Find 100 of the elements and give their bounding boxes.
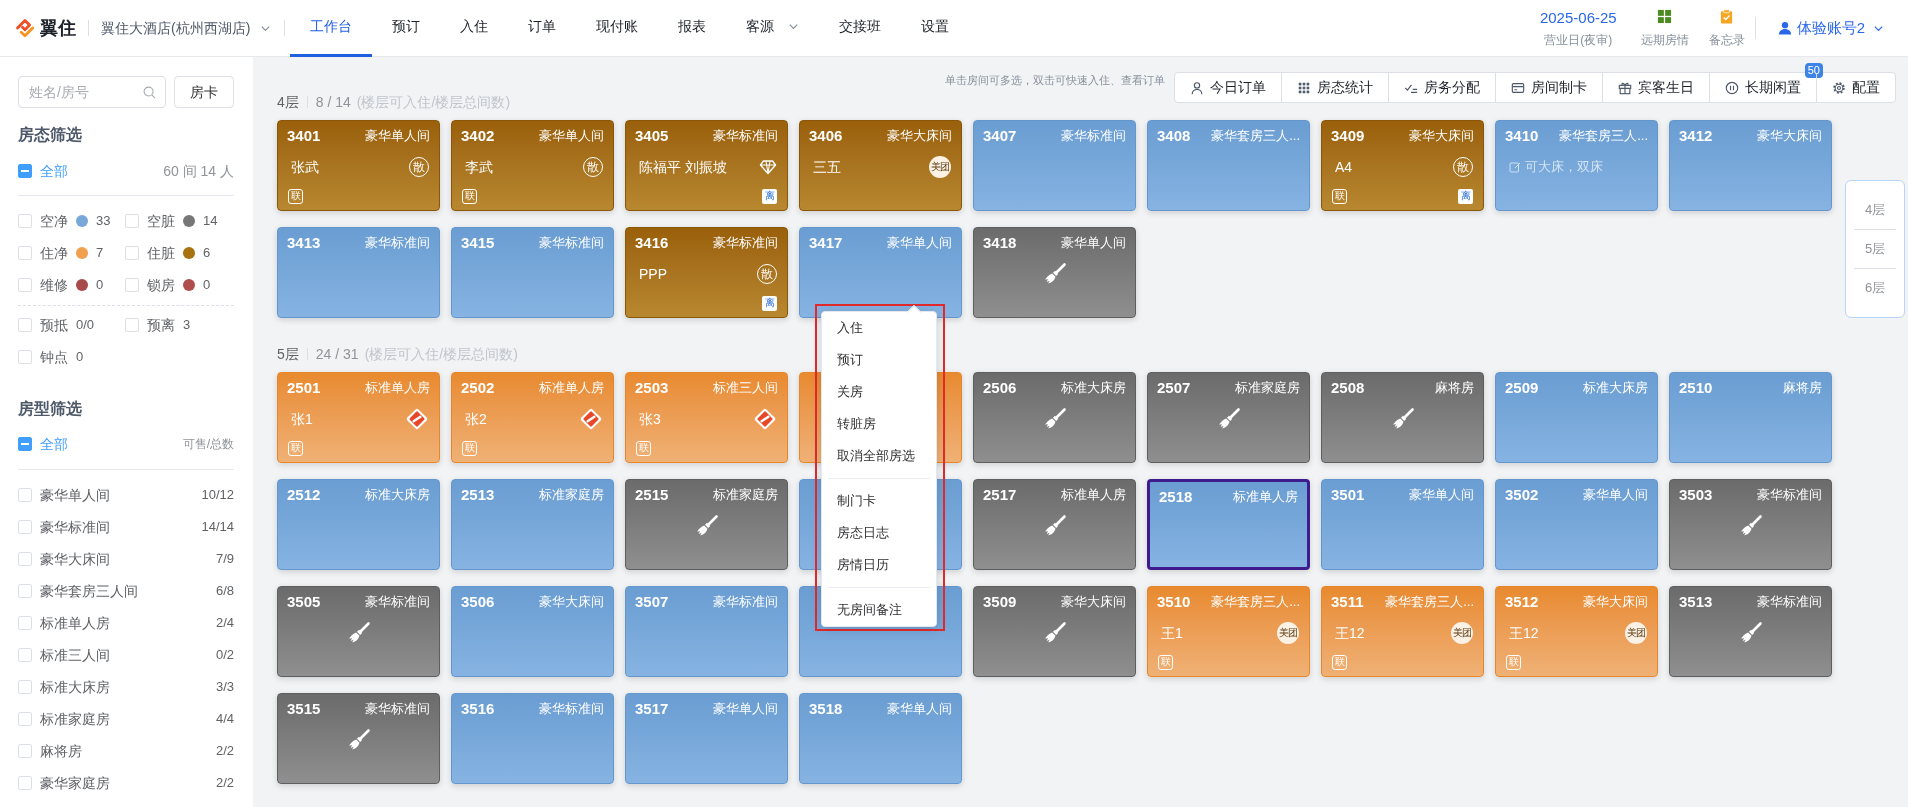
menu-item[interactable]: 关房 — [822, 376, 936, 408]
nav-tab[interactable]: 交接班 — [819, 0, 902, 57]
room-card[interactable]: 3509 豪华大床间 — [973, 586, 1136, 677]
departure-tag: 离 — [1458, 188, 1473, 204]
room-card[interactable]: 3416 豪华标准间 PPP 散 离 — [625, 227, 788, 318]
room-card[interactable]: 3413 豪华标准间 — [277, 227, 440, 318]
room-card[interactable]: 2518 标准单人房 — [1147, 479, 1310, 570]
menu-item[interactable]: 房情日历 — [822, 549, 936, 581]
search-field[interactable]: 姓名/房号 — [18, 76, 166, 108]
search-icon[interactable] — [143, 86, 156, 99]
room-type: 豪华单人间 — [1061, 234, 1126, 252]
floor-link[interactable]: 4层 — [1846, 191, 1904, 229]
room-card[interactable]: 2509 标准大床房 — [1495, 372, 1658, 463]
room-card-button[interactable]: 房卡 — [174, 76, 234, 108]
room-card[interactable]: 3408 豪华套房三人... — [1147, 120, 1310, 211]
filter-count: 7/9 — [215, 550, 234, 568]
menu-item[interactable]: 预订 — [822, 344, 936, 376]
room-card[interactable]: 2512 标准大床房 — [277, 479, 440, 570]
menu-item[interactable]: 房态日志 — [822, 517, 936, 549]
room-card[interactable]: 2501 标准单人房 张1 联 — [277, 372, 440, 463]
nav-tab[interactable]: 入住 — [440, 0, 509, 57]
nav-tab[interactable]: 客源 — [726, 0, 820, 57]
room-card[interactable]: 3505 豪华标准间 — [277, 586, 440, 677]
checkbox[interactable] — [18, 437, 32, 451]
room-card[interactable]: 3402 豪华单人间 李武 散 联 — [451, 120, 614, 211]
room-card[interactable]: 3407 豪华标准间 — [973, 120, 1136, 211]
nav-tab[interactable]: 设置 — [901, 0, 970, 57]
section-heading: 房态筛选 — [18, 125, 83, 145]
shortcut-button[interactable]: 备忘录 — [1708, 8, 1745, 48]
floor-link[interactable]: 6层 — [1846, 269, 1904, 307]
room-card[interactable]: 3406 豪华大床间 三五 美团 — [799, 120, 962, 211]
room-card[interactable]: 2510 麻将房 — [1669, 372, 1832, 463]
room-card[interactable]: 2502 标准单人房 张2 联 — [451, 372, 614, 463]
room-card[interactable]: 3511 豪华套房三人... 王12 美团 联 — [1321, 586, 1484, 677]
room-card[interactable]: 2503 标准三人间 张3 联 — [625, 372, 788, 463]
room-card[interactable]: 3510 豪华套房三人... 王1 美团 联 — [1147, 586, 1310, 677]
nav-tab[interactable]: 预订 — [372, 0, 441, 57]
filter-count: 10/12 — [201, 486, 234, 504]
toolbar-button[interactable]: 宾客生日 — [1603, 73, 1709, 102]
room-number: 2501 — [287, 378, 321, 398]
hotel-selector[interactable]: 翼住大酒店(杭州西湖店) — [101, 18, 272, 38]
nav-tab[interactable]: 工作台 — [290, 0, 373, 57]
toolbar-button[interactable]: 配置 — [1817, 73, 1895, 102]
room-card[interactable]: 3513 豪华标准间 — [1669, 586, 1832, 677]
room-number: 2517 — [983, 485, 1017, 505]
floor-count: 8 / 14 — [315, 94, 351, 110]
room-card[interactable]: 3418 豪华单人间 — [973, 227, 1136, 318]
toolbar-button[interactable]: 长期闲置 — [1710, 73, 1816, 102]
toolbar-button[interactable]: 房务分配 — [1389, 73, 1495, 102]
room-card[interactable]: 2517 标准单人房 — [973, 479, 1136, 570]
room-type: 标准家庭房 — [713, 486, 778, 504]
room-card[interactable]: 3401 豪华单人间 张武 散 联 — [277, 120, 440, 211]
room-card[interactable]: 3405 豪华标准间 陈福平 刘振坡 离 — [625, 120, 788, 211]
room-card[interactable]: 2507 标准家庭房 — [1147, 372, 1310, 463]
room-card[interactable]: 3415 豪华标准间 — [451, 227, 614, 318]
room-card[interactable]: 2508 麻将房 — [1321, 372, 1484, 463]
room-card[interactable]: 3507 豪华标准间 — [625, 586, 788, 677]
account-menu[interactable]: 体验账号2 — [1777, 18, 1884, 38]
room-card[interactable]: 3516 豪华标准间 — [451, 693, 614, 784]
toolbar-button[interactable]: 房态统计 — [1282, 73, 1388, 102]
filter-label: 豪华单人间 — [40, 486, 110, 505]
room-card[interactable]: 3515 豪华标准间 — [277, 693, 440, 784]
filter-count: 0 — [76, 348, 84, 366]
checkbox[interactable] — [18, 164, 32, 178]
menu-item[interactable]: 无房间备注 — [822, 594, 936, 626]
room-type: 豪华标准间 — [365, 593, 430, 611]
room-card[interactable]: 2513 标准家庭房 — [451, 479, 614, 570]
nav-tab[interactable]: 现付账 — [576, 0, 659, 57]
room-number: 3412 — [1679, 126, 1713, 146]
floor-link[interactable]: 5层 — [1846, 230, 1904, 268]
room-card[interactable]: 3409 豪华大床间 A4 散 联 离 — [1321, 120, 1484, 211]
room-card[interactable]: 3518 豪华单人间 — [799, 693, 962, 784]
room-card[interactable]: 3517 豪华单人间 — [625, 693, 788, 784]
toolbar-button[interactable]: 房间制卡 — [1496, 73, 1602, 102]
menu-item[interactable]: 转脏房 — [822, 408, 936, 440]
room-card[interactable]: 3410 豪华套房三人... 可大床，双床 — [1495, 120, 1658, 211]
room-card[interactable]: 3502 豪华单人间 — [1495, 479, 1658, 570]
filter-label: 豪华标准间 — [40, 518, 110, 537]
room-card[interactable]: 2515 标准家庭房 — [625, 479, 788, 570]
room-type: 豪华标准间 — [1061, 127, 1126, 145]
room-card[interactable]: 3512 豪华大床间 王12 美团 联 — [1495, 586, 1658, 677]
nav-tab[interactable]: 报表 — [658, 0, 727, 57]
menu-item[interactable]: 制门卡 — [822, 485, 936, 517]
room-card[interactable]: 3412 豪华大床间 — [1669, 120, 1832, 211]
shortcut-button[interactable]: 远期房情 — [1640, 8, 1689, 48]
room-type: 麻将房 — [1435, 379, 1474, 397]
room-card[interactable]: 2506 标准大床房 — [973, 372, 1136, 463]
room-number: 3415 — [461, 233, 495, 253]
filter-count: 7 — [96, 244, 104, 262]
room-type: 豪华大床间 — [1583, 593, 1648, 611]
room-card[interactable]: 3503 豪华标准间 — [1669, 479, 1832, 570]
nav-tab[interactable]: 订单 — [508, 0, 577, 57]
room-card[interactable]: 3506 豪华大床间 — [451, 586, 614, 677]
guest-name: 陈福平 刘振坡 — [639, 158, 727, 177]
menu-item[interactable]: 取消全部房选 — [822, 440, 936, 472]
room-type: 豪华标准间 — [713, 127, 778, 145]
filter-label: 住净 — [40, 244, 68, 263]
room-card[interactable]: 3501 豪华单人间 — [1321, 479, 1484, 570]
count-badge: 50 — [1804, 63, 1823, 78]
toolbar-button[interactable]: 今日订单 — [1175, 73, 1281, 102]
